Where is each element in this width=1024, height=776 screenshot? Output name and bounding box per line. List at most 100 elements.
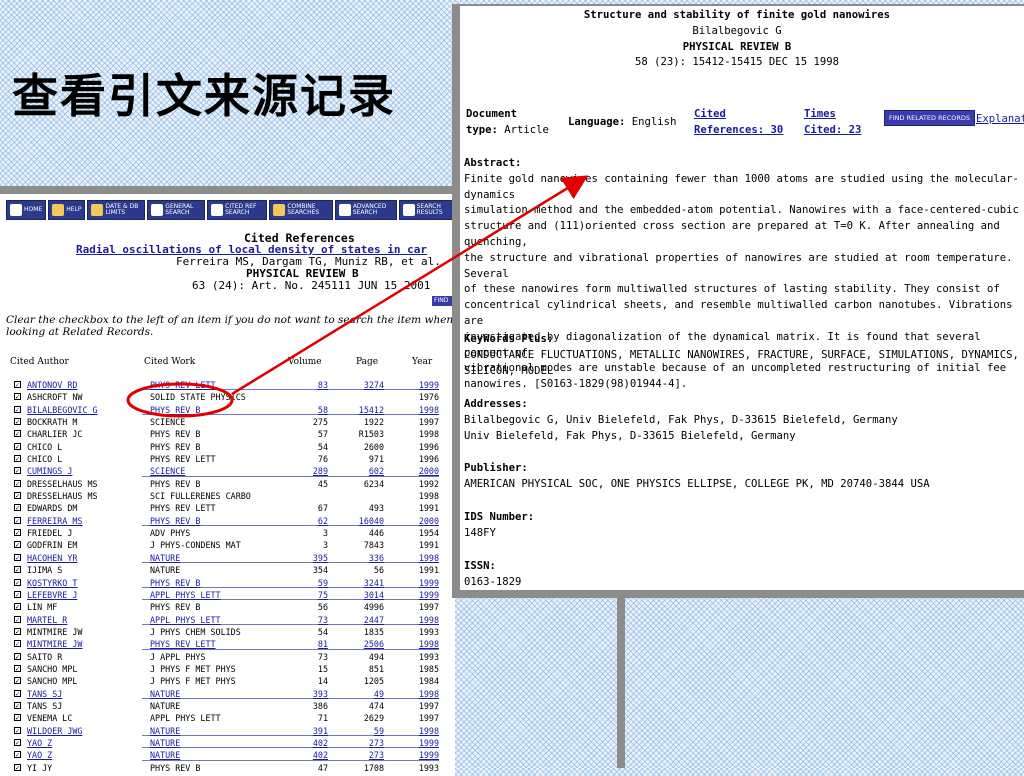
- volume-cell[interactable]: 73: [300, 614, 328, 626]
- volume-cell[interactable]: 393: [300, 688, 328, 700]
- find-related-records-button[interactable]: FIND RELATED RECORDS: [884, 110, 975, 126]
- row-checkbox[interactable]: ✓: [14, 430, 21, 438]
- year-cell[interactable]: 1998: [410, 725, 439, 737]
- cited-author-cell[interactable]: KOSTYRKO T: [27, 577, 77, 589]
- cited-work-cell[interactable]: NATURE: [150, 749, 180, 761]
- explanation-link[interactable]: Explanati: [976, 112, 1024, 128]
- row-checkbox[interactable]: ✓: [14, 553, 21, 561]
- row-checkbox[interactable]: ✓: [14, 467, 21, 475]
- row-checkbox[interactable]: ✓: [14, 603, 21, 611]
- year-cell[interactable]: 1999: [410, 379, 439, 391]
- toolbar-button-advanced-search[interactable]: ADVANCED SEARCH: [334, 200, 397, 220]
- cited-work-cell[interactable]: PHYS REV B: [150, 404, 200, 416]
- row-checkbox[interactable]: ✓: [14, 504, 21, 512]
- row-checkbox[interactable]: ✓: [14, 405, 21, 413]
- year-cell[interactable]: 1998: [410, 552, 439, 564]
- page-cell[interactable]: 49: [350, 688, 384, 700]
- row-checkbox[interactable]: ✓: [14, 442, 21, 450]
- volume-cell[interactable]: 58: [300, 404, 328, 416]
- year-cell[interactable]: 1999: [410, 589, 439, 601]
- cited-author-cell[interactable]: MINTMIRE JW: [27, 638, 82, 650]
- row-checkbox[interactable]: ✓: [14, 516, 21, 524]
- page-cell[interactable]: 59: [350, 725, 384, 737]
- row-checkbox[interactable]: ✓: [14, 701, 21, 709]
- year-cell[interactable]: 1998: [410, 688, 439, 700]
- row-checkbox[interactable]: ✓: [14, 615, 21, 623]
- page-cell[interactable]: 3014: [350, 589, 384, 601]
- cited-work-cell[interactable]: NATURE: [150, 725, 180, 737]
- page-cell[interactable]: 273: [350, 749, 384, 761]
- cited-author-cell[interactable]: LEFEBVRE J: [27, 589, 77, 601]
- cited-work-cell[interactable]: PHYS REV B: [150, 515, 200, 527]
- row-checkbox[interactable]: ✓: [14, 393, 21, 401]
- volume-cell[interactable]: 81: [300, 638, 328, 650]
- toolbar-button-date-db-limits[interactable]: DATE & DB LIMITS: [87, 200, 146, 220]
- volume-cell[interactable]: 83: [300, 379, 328, 391]
- row-checkbox[interactable]: ✓: [14, 714, 21, 722]
- row-checkbox[interactable]: ✓: [14, 664, 21, 672]
- cited-work-cell[interactable]: APPL PHYS LETT: [150, 589, 221, 601]
- volume-cell[interactable]: 289: [300, 465, 328, 477]
- row-checkbox[interactable]: ✓: [14, 726, 21, 734]
- row-checkbox[interactable]: ✓: [14, 578, 21, 586]
- cited-author-cell[interactable]: BILALBEGOVIC G: [27, 404, 98, 416]
- page-cell[interactable]: 16040: [350, 515, 384, 527]
- toolbar-button-help[interactable]: HELP: [48, 200, 86, 220]
- page-cell[interactable]: 273: [350, 737, 384, 749]
- row-checkbox[interactable]: ✓: [14, 689, 21, 697]
- volume-cell[interactable]: 59: [300, 577, 328, 589]
- toolbar-button-cited-ref-search[interactable]: CITED REF SEARCH: [207, 200, 268, 220]
- row-checkbox[interactable]: ✓: [14, 529, 21, 537]
- cited-work-cell[interactable]: PHYS REV LETT: [150, 638, 216, 650]
- row-checkbox[interactable]: ✓: [14, 479, 21, 487]
- row-checkbox[interactable]: ✓: [14, 492, 21, 500]
- row-checkbox[interactable]: ✓: [14, 738, 21, 746]
- cited-work-cell[interactable]: NATURE: [150, 688, 180, 700]
- page-cell[interactable]: 2447: [350, 614, 384, 626]
- cited-author-cell[interactable]: YAO Z: [27, 749, 52, 761]
- row-checkbox[interactable]: ✓: [14, 381, 21, 389]
- cited-author-cell[interactable]: CUMINGS J: [27, 465, 72, 477]
- row-checkbox[interactable]: ✓: [14, 455, 21, 463]
- times-cited-link[interactable]: Times Cited: 23: [804, 106, 861, 138]
- row-checkbox[interactable]: ✓: [14, 640, 21, 648]
- row-checkbox[interactable]: ✓: [14, 590, 21, 598]
- cited-work-cell[interactable]: APPL PHYS LETT: [150, 614, 221, 626]
- cited-author-cell[interactable]: WILDOER JWG: [27, 725, 82, 737]
- year-cell[interactable]: 1998: [410, 614, 439, 626]
- year-cell[interactable]: 1999: [410, 737, 439, 749]
- toolbar-button-search-results[interactable]: SEARCH RESULTS: [398, 200, 455, 220]
- year-cell[interactable]: 1998: [410, 638, 439, 650]
- cited-author-cell[interactable]: FERREIRA MS: [27, 515, 82, 527]
- page-cell[interactable]: 15412: [350, 404, 384, 416]
- row-checkbox[interactable]: ✓: [14, 763, 21, 771]
- cited-work-cell[interactable]: NATURE: [150, 737, 180, 749]
- cited-work-cell[interactable]: PHYS REV LETT: [150, 379, 216, 391]
- cited-author-cell[interactable]: TANS SJ: [27, 688, 62, 700]
- row-checkbox[interactable]: ✓: [14, 541, 21, 549]
- volume-cell[interactable]: 402: [300, 737, 328, 749]
- volume-cell[interactable]: 395: [300, 552, 328, 564]
- cited-work-cell[interactable]: PHYS REV B: [150, 577, 200, 589]
- year-cell[interactable]: 1999: [410, 577, 439, 589]
- row-checkbox[interactable]: ✓: [14, 677, 21, 685]
- cited-author-cell[interactable]: YAO Z: [27, 737, 52, 749]
- page-cell[interactable]: 2506: [350, 638, 384, 650]
- row-checkbox[interactable]: ✓: [14, 652, 21, 660]
- row-checkbox[interactable]: ✓: [14, 751, 21, 759]
- toolbar-button-general-search[interactable]: GENERAL SEARCH: [147, 200, 206, 220]
- cited-work-cell[interactable]: SCIENCE: [150, 465, 185, 477]
- row-checkbox[interactable]: ✓: [14, 627, 21, 635]
- cited-references-link[interactable]: Cited References: 30: [694, 106, 783, 138]
- cited-author-cell[interactable]: ANTONOV RD: [27, 379, 77, 391]
- cited-author-cell[interactable]: HACOHEN YR: [27, 552, 77, 564]
- volume-cell[interactable]: 391: [300, 725, 328, 737]
- page-cell[interactable]: 602: [350, 465, 384, 477]
- row-checkbox[interactable]: ✓: [14, 566, 21, 574]
- volume-cell[interactable]: 62: [300, 515, 328, 527]
- page-cell[interactable]: 3241: [350, 577, 384, 589]
- year-cell[interactable]: 2000: [410, 515, 439, 527]
- cited-work-cell[interactable]: NATURE: [150, 552, 180, 564]
- page-cell[interactable]: 336: [350, 552, 384, 564]
- cited-author-cell[interactable]: MARTEL R: [27, 614, 67, 626]
